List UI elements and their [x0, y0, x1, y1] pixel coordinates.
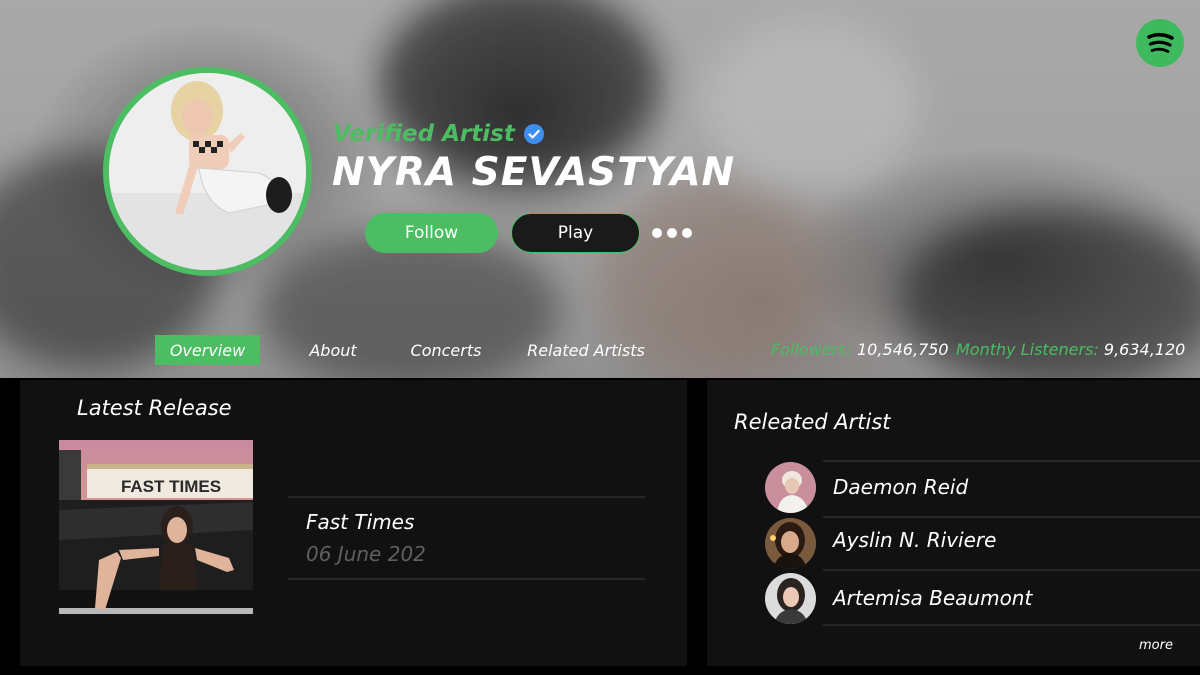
play-button[interactable]: Play: [511, 213, 640, 253]
verified-badge-icon: [523, 124, 544, 144]
related-artists-title: Releated Artist: [734, 410, 891, 434]
followers-value: 10,546,750: [857, 340, 949, 359]
spotify-logo-icon[interactable]: [1136, 19, 1184, 67]
related-artist-row[interactable]: Daemon Reid: [707, 460, 1200, 514]
followers-stat: Followers: 10,546,750: [771, 340, 949, 359]
more-link[interactable]: more: [1139, 638, 1173, 653]
album-cover-text: FAST TIMES: [121, 477, 221, 496]
divider: [823, 624, 1200, 626]
related-artists-panel: Releated Artist Daemon Reid Ayslin N. Ri…: [707, 380, 1200, 666]
verified-artist: Verified Artist: [333, 117, 545, 151]
divider: [288, 578, 645, 580]
album-cover[interactable]: FAST TIMES: [59, 440, 253, 633]
related-artist-row[interactable]: Ayslin N. Riviere: [707, 516, 1200, 570]
more-options-icon[interactable]: [652, 224, 692, 242]
related-artist-avatar: [765, 462, 816, 513]
tab-related-artists[interactable]: Related Artists: [522, 335, 650, 365]
release-name[interactable]: Fast Times: [306, 510, 414, 534]
divider: [823, 516, 1200, 518]
dot: [682, 228, 692, 238]
divider: [823, 460, 1200, 462]
dot: [652, 228, 662, 238]
latest-release-title: Latest Release: [77, 396, 232, 420]
related-artist-row[interactable]: Artemisa Beaumont: [707, 569, 1200, 624]
latest-release-panel: Latest Release FAST TIMES Fast Times 06 …: [20, 380, 687, 666]
related-artist-name: Daemon Reid: [833, 475, 969, 499]
release-date: 06 June 202: [306, 542, 426, 566]
related-artist-avatar: [765, 573, 816, 624]
related-artist-name: Ayslin N. Riviere: [833, 528, 997, 552]
follow-button[interactable]: Follow: [365, 213, 498, 253]
followers-label: Followers:: [771, 340, 852, 359]
listeners-value: 9,634,120: [1103, 340, 1186, 359]
tab-concerts[interactable]: Concerts: [402, 335, 490, 365]
divider: [288, 496, 645, 498]
related-artist-avatar: [765, 518, 816, 569]
artist-name: NYRA SEVASTYAN: [332, 150, 736, 195]
tab-overview[interactable]: Overview: [155, 335, 260, 365]
artist-header: Verified Artist NYRA SEVASTYAN Follow Pl…: [0, 0, 1200, 378]
verified-label: Verified Artist: [333, 121, 515, 147]
listeners-label: Monthy Listeners:: [956, 340, 1099, 359]
artist-avatar: [103, 67, 312, 276]
tab-about[interactable]: About: [300, 335, 366, 365]
monthly-listeners-stat: Monthy Listeners: 9,634,120: [956, 340, 1185, 359]
dot: [667, 228, 677, 238]
divider: [823, 569, 1200, 571]
related-artist-name: Artemisa Beaumont: [833, 586, 1033, 610]
